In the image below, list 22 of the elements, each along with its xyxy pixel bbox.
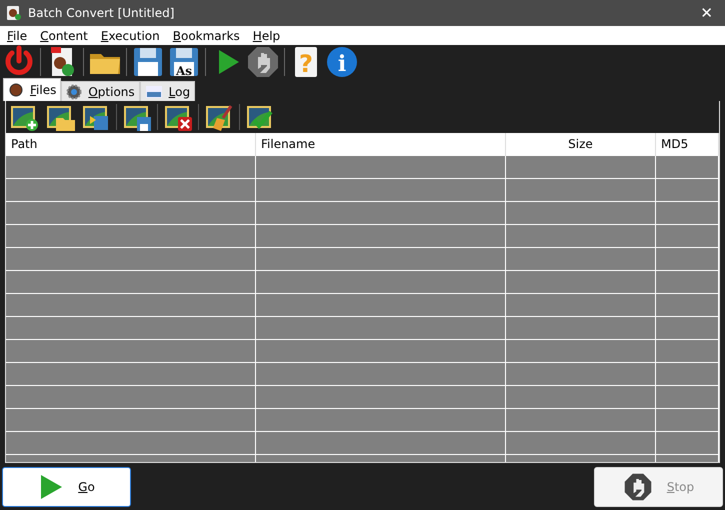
ball-icon xyxy=(8,82,24,98)
go-button[interactable]: Go xyxy=(2,466,131,506)
menu-item[interactable]: Help xyxy=(252,28,280,42)
menu-item[interactable]: Bookmarks xyxy=(172,28,240,42)
close-button[interactable]: ✕ xyxy=(694,4,719,22)
log-icon xyxy=(144,84,163,100)
stop-hand-icon xyxy=(622,472,653,502)
save-icon[interactable] xyxy=(131,45,165,79)
tab[interactable]: Files xyxy=(3,78,62,101)
menu-item[interactable]: Execution xyxy=(100,28,160,42)
menu-item[interactable]: Content xyxy=(40,28,88,42)
play-icon xyxy=(38,472,64,500)
info-icon[interactable]: i xyxy=(325,45,359,79)
app-icon xyxy=(6,5,22,21)
settings-icon xyxy=(66,84,82,100)
tab[interactable]: Options xyxy=(61,81,140,101)
window-title: Batch Convert [Untitled] xyxy=(28,6,176,20)
broom-icon[interactable] xyxy=(203,102,235,132)
tab[interactable]: Log xyxy=(140,81,196,101)
menu-item[interactable]: File xyxy=(7,28,28,42)
save-as-label: As xyxy=(176,64,192,78)
save-as-icon[interactable]: As xyxy=(167,45,201,79)
